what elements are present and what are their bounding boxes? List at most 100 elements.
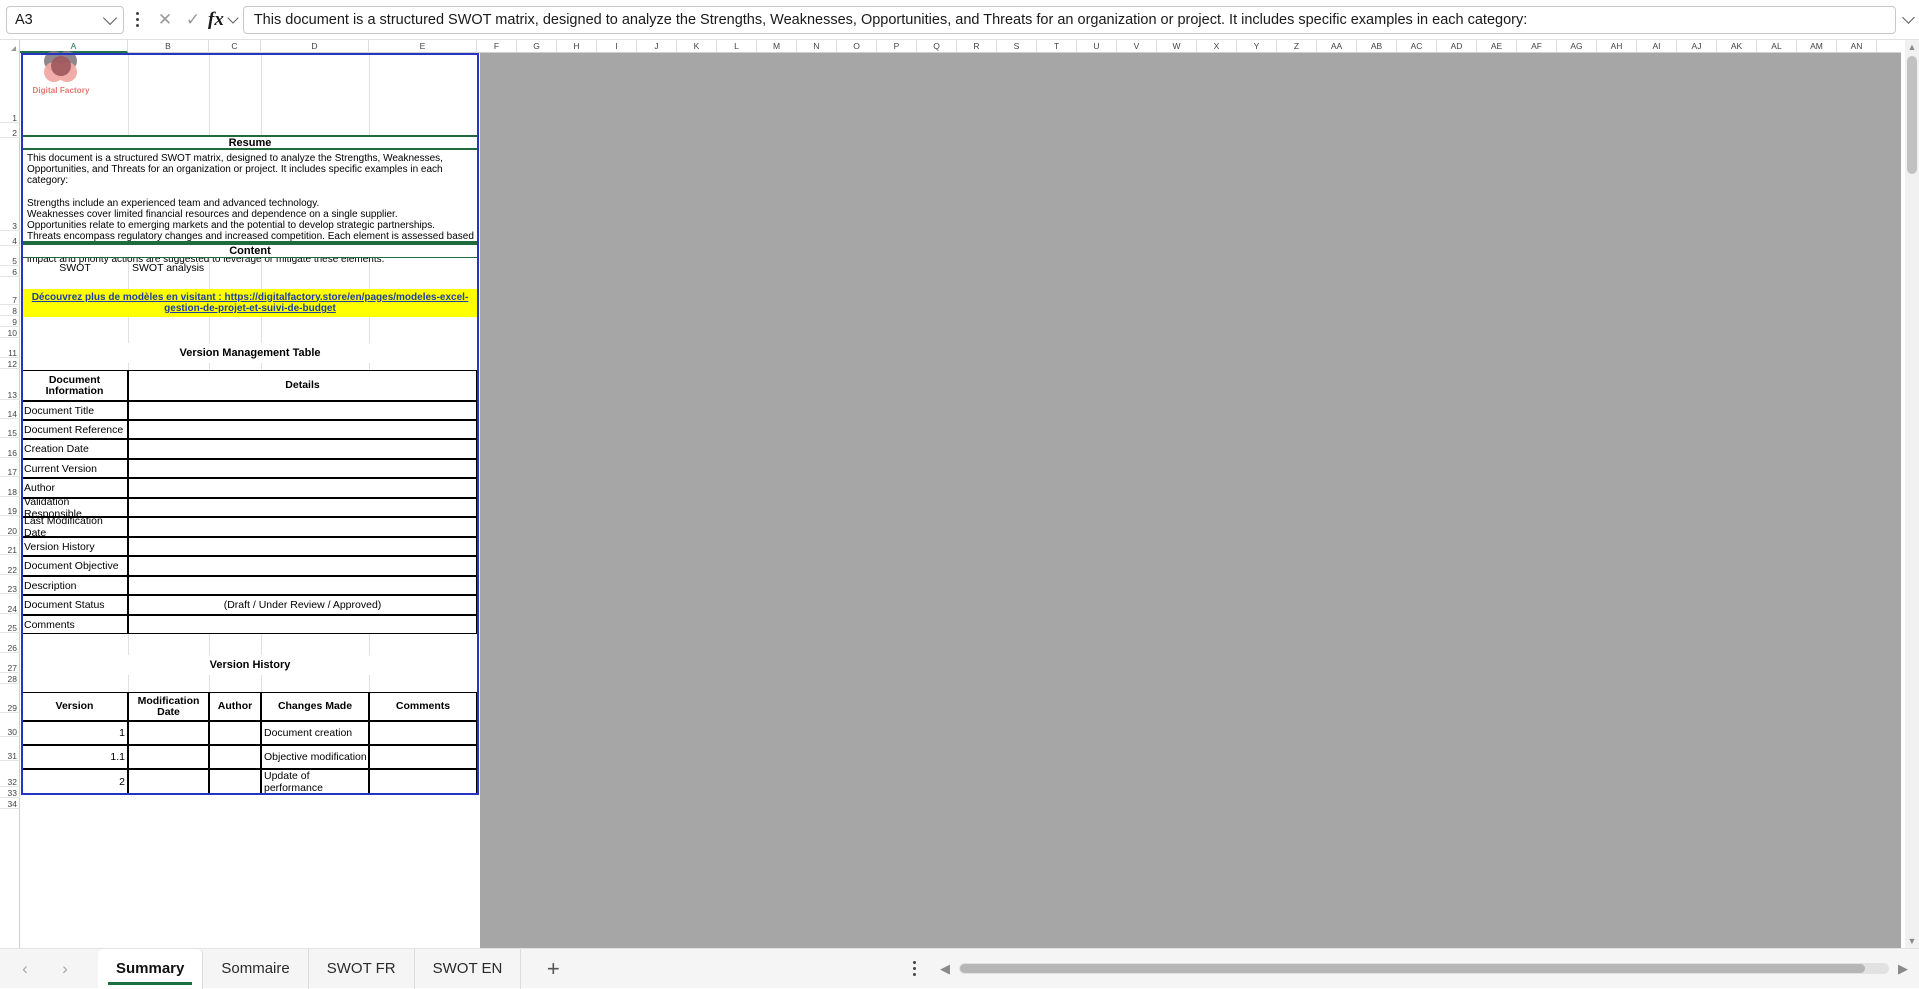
row-header-23[interactable]: 23 xyxy=(0,575,20,594)
vm-row-label[interactable]: Comments xyxy=(21,615,128,634)
row-header-3[interactable]: 3 xyxy=(0,138,20,231)
vh-cell-comments[interactable] xyxy=(369,721,477,745)
add-sheet-icon[interactable]: + xyxy=(539,955,567,983)
insert-function-icon[interactable]: fx xyxy=(208,9,226,31)
vm-row-value[interactable] xyxy=(128,401,477,420)
vm-row-value[interactable] xyxy=(128,615,477,634)
column-header-f[interactable]: F xyxy=(477,40,517,53)
row-header-12[interactable]: 12 xyxy=(0,358,20,369)
vh-cell-comments[interactable] xyxy=(369,745,477,769)
row-header-11[interactable]: 11 xyxy=(0,338,20,358)
vm-row-value[interactable] xyxy=(128,439,477,459)
vm-row-label[interactable]: Document Objective xyxy=(21,556,128,576)
more-options-icon[interactable] xyxy=(126,6,148,34)
column-header-ad[interactable]: AD xyxy=(1437,40,1477,53)
column-header-aa[interactable]: AA xyxy=(1317,40,1357,53)
row-header-30[interactable]: 30 xyxy=(0,713,20,737)
scroll-up-icon[interactable]: ▲ xyxy=(1905,40,1919,54)
row-header-31[interactable]: 31 xyxy=(0,737,20,761)
formula-input[interactable]: This document is a structured SWOT matri… xyxy=(243,6,1896,34)
name-box[interactable]: A3 xyxy=(6,6,124,34)
row-header-27[interactable]: 27 xyxy=(0,653,20,673)
scroll-left-icon[interactable]: ◀ xyxy=(937,961,953,977)
vm-row-value[interactable] xyxy=(128,478,477,498)
vm-row-value[interactable] xyxy=(128,576,477,595)
column-header-i[interactable]: I xyxy=(597,40,637,53)
vh-cell-changes[interactable]: Update of performance indicators xyxy=(261,769,369,795)
column-header-w[interactable]: W xyxy=(1157,40,1197,53)
tab-bar-more-icon[interactable] xyxy=(901,956,927,982)
vm-row-label[interactable]: Document Title xyxy=(21,401,128,420)
row-header-21[interactable]: 21 xyxy=(0,536,20,555)
horizontal-scroll-track[interactable] xyxy=(959,963,1889,974)
column-header-af[interactable]: AF xyxy=(1517,40,1557,53)
row-header-16[interactable]: 16 xyxy=(0,438,20,458)
row-header-6[interactable]: 6 xyxy=(0,266,20,277)
column-header-v[interactable]: V xyxy=(1117,40,1157,53)
vh-cell-author[interactable] xyxy=(209,769,261,795)
horizontal-scroll-thumb[interactable] xyxy=(960,964,1865,973)
vm-row-value[interactable] xyxy=(128,498,477,517)
column-header-am[interactable]: AM xyxy=(1797,40,1837,53)
row-header-15[interactable]: 15 xyxy=(0,419,20,438)
vh-cell-author[interactable] xyxy=(209,745,261,769)
column-header-z[interactable]: Z xyxy=(1277,40,1317,53)
vm-row-value[interactable] xyxy=(128,537,477,556)
vertical-scrollbar[interactable]: ▲ ▼ xyxy=(1905,40,1919,948)
column-header-n[interactable]: N xyxy=(797,40,837,53)
vm-row-label[interactable]: Document Reference xyxy=(21,420,128,439)
column-header-e[interactable]: E xyxy=(369,40,477,53)
vm-row-label[interactable]: Creation Date xyxy=(21,439,128,459)
vm-row-label[interactable]: Document Status xyxy=(21,595,128,615)
column-header-q[interactable]: Q xyxy=(917,40,957,53)
select-all-corner[interactable] xyxy=(0,40,20,53)
vh-cell-comments[interactable] xyxy=(369,769,477,795)
vh-cell-version[interactable]: 2 xyxy=(21,769,128,795)
sheet-tab-swot-en[interactable]: SWOT EN xyxy=(415,949,522,989)
row-header-26[interactable]: 26 xyxy=(0,633,20,653)
column-header-j[interactable]: J xyxy=(637,40,677,53)
row-header-33[interactable]: 33 xyxy=(0,787,20,798)
column-header-ai[interactable]: AI xyxy=(1637,40,1677,53)
spreadsheet-grid[interactable]: Page 1 ABCDEFGHIJKLMNOPQRSTUVWXYZAAABACA… xyxy=(0,40,1919,948)
row-header-25[interactable]: 25 xyxy=(0,614,20,633)
vm-row-label[interactable]: Version History xyxy=(21,537,128,556)
previous-sheet-icon[interactable]: ‹ xyxy=(14,958,36,980)
vh-cell-date[interactable] xyxy=(128,745,209,769)
column-header-al[interactable]: AL xyxy=(1757,40,1797,53)
row-header-5[interactable]: 5 xyxy=(0,246,20,266)
column-header-aj[interactable]: AJ xyxy=(1677,40,1717,53)
vm-row-value[interactable] xyxy=(128,420,477,439)
column-header-h[interactable]: H xyxy=(557,40,597,53)
promo-link[interactable]: Découvrez plus de modèles en visitant : … xyxy=(21,289,479,317)
vertical-scroll-thumb[interactable] xyxy=(1907,56,1917,174)
column-header-c[interactable]: C xyxy=(209,40,261,53)
column-header-t[interactable]: T xyxy=(1037,40,1077,53)
row-header-19[interactable]: 19 xyxy=(0,497,20,516)
column-header-ab[interactable]: AB xyxy=(1357,40,1397,53)
row-header-32[interactable]: 32 xyxy=(0,761,20,787)
vh-cell-version[interactable]: 1 xyxy=(21,721,128,745)
scroll-right-icon[interactable]: ▶ xyxy=(1895,961,1911,977)
horizontal-scrollbar[interactable]: ◀ ▶ xyxy=(937,961,1911,977)
vm-row-value[interactable] xyxy=(128,517,477,537)
vm-row-value[interactable] xyxy=(128,459,477,478)
vm-row-label[interactable]: Last Modification Date xyxy=(21,517,128,537)
column-header-s[interactable]: S xyxy=(997,40,1037,53)
row-header-9[interactable]: 9 xyxy=(0,316,20,327)
formula-chevron-down-icon[interactable] xyxy=(227,12,238,23)
column-header-ac[interactable]: AC xyxy=(1397,40,1437,53)
column-header-u[interactable]: U xyxy=(1077,40,1117,53)
column-header-ag[interactable]: AG xyxy=(1557,40,1597,53)
column-header-b[interactable]: B xyxy=(128,40,209,53)
row-header-7[interactable]: 7 xyxy=(0,277,20,305)
vm-row-label[interactable]: Current Version xyxy=(21,459,128,478)
accept-edit-icon[interactable]: ✓ xyxy=(180,7,206,33)
row-header-28[interactable]: 28 xyxy=(0,673,20,684)
vm-row-label[interactable]: Author xyxy=(21,478,128,498)
row-header-14[interactable]: 14 xyxy=(0,400,20,419)
row-header-1[interactable]: 1 xyxy=(0,53,20,123)
vh-cell-author[interactable] xyxy=(209,721,261,745)
chevron-down-icon[interactable] xyxy=(103,10,117,24)
vm-row-label[interactable]: Validation Responsible xyxy=(21,498,128,517)
